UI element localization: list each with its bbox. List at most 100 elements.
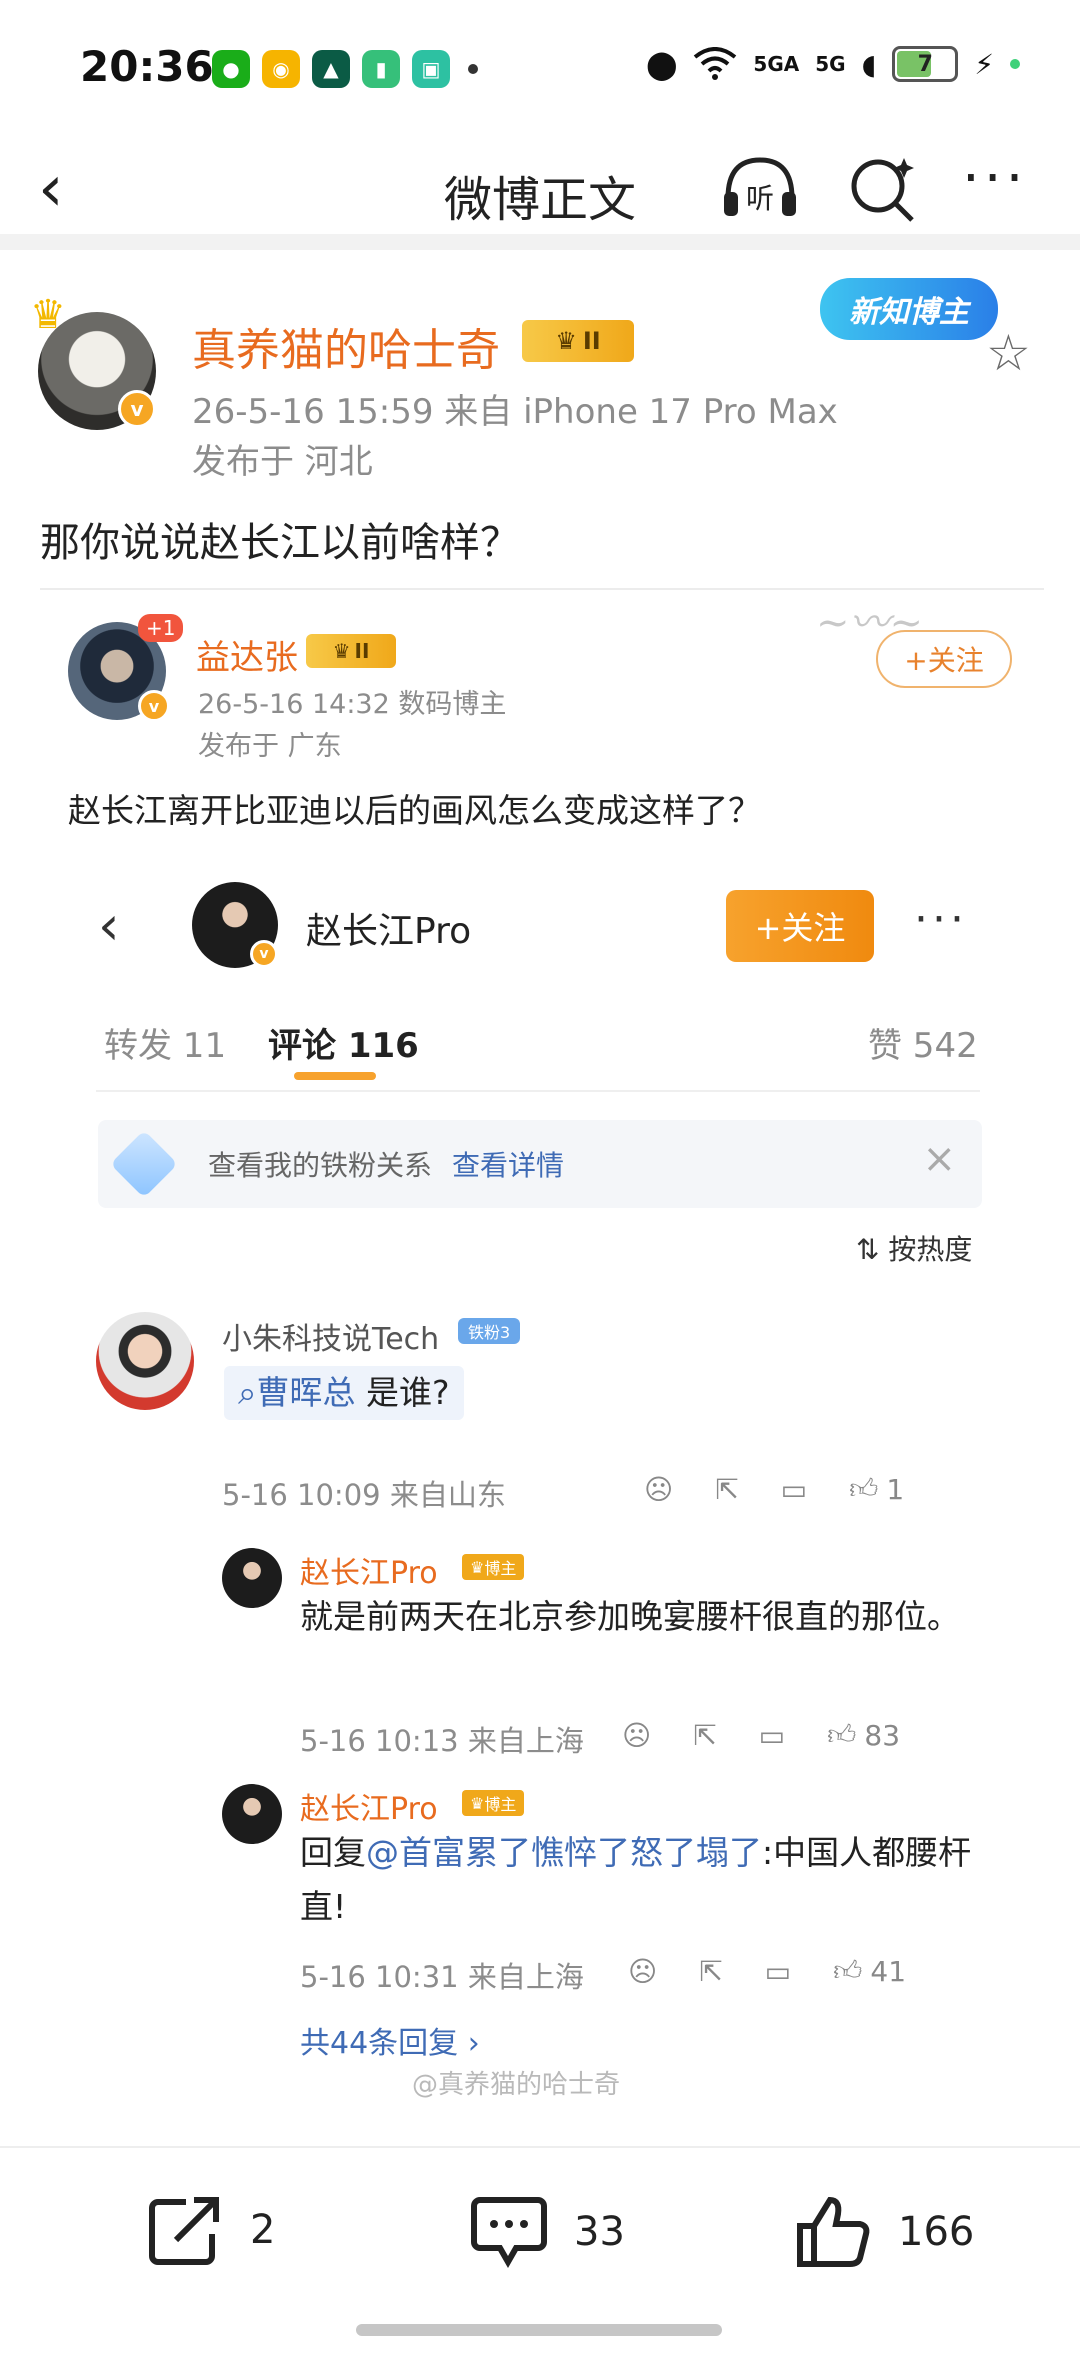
embedded-account-name: 赵长江Pro: [306, 911, 472, 952]
embedded-more-icon: ···: [914, 894, 968, 945]
wechat-icon: ●: [212, 50, 250, 88]
reply-icon: ▭: [764, 1954, 792, 1988]
comment-button[interactable]: 33: [470, 2194, 625, 2270]
author-name[interactable]: 真养猫的哈士奇: [192, 314, 500, 378]
dislike-icon: ☹: [644, 1472, 674, 1506]
close-icon: ×: [922, 1136, 956, 1182]
search-icon[interactable]: [846, 152, 920, 226]
level-badge: ♛ II: [306, 634, 396, 668]
post-location: 发布于 河北: [192, 442, 373, 482]
view-replies-link: 共44条回复 ›: [300, 2026, 480, 2061]
comment-count: 33: [574, 2209, 625, 2255]
nav-bar: ‹ 微博正文 听 ···: [0, 130, 1080, 250]
fan-level-badge: 铁粉3: [458, 1318, 521, 1344]
reply-icon: ▭: [780, 1472, 808, 1506]
fan-relation-link: 查看详情: [452, 1149, 565, 1182]
diamond-icon: [110, 1130, 178, 1198]
tab-like: 赞 542: [868, 1026, 978, 1066]
more-notifications-icon: [468, 64, 478, 74]
divider: [96, 1090, 980, 1092]
verified-icon: v: [138, 690, 170, 722]
reply-icon: ▭: [758, 1718, 786, 1752]
commenter-avatar: [222, 1784, 282, 1844]
signal-5ga-icon: 5GA: [753, 52, 800, 76]
comment-text: 回复@首富累了憔悴了怒了塌了:中国人都腰杆直!: [300, 1833, 972, 1926]
dislike-icon: ☹: [628, 1954, 658, 1988]
embedded-back-icon: ‹: [98, 894, 120, 957]
bottom-action-bar: 2 33 166: [0, 2146, 1080, 2354]
level-badge: ♛ II: [522, 320, 634, 362]
status-time: 20:36: [80, 42, 214, 91]
blogger-badge: ♛ 博主: [462, 1790, 525, 1816]
person-icon: ◖: [861, 47, 877, 81]
fan-relation-bar: 查看我的铁粉关系 查看详情 ×: [98, 1120, 982, 1208]
app-icon: ▲: [312, 50, 350, 88]
comment-meta: 5-16 10:09 来自山东: [222, 1478, 506, 1512]
tab-comment: 评论 116: [268, 1026, 419, 1066]
like-icon: 👍︎ 83: [827, 1718, 901, 1752]
blogger-badge: ♛ 博主: [462, 1554, 525, 1580]
commenter-avatar: [96, 1312, 194, 1410]
comment-meta: 5-16 10:31 来自上海: [300, 1960, 584, 1994]
watermark: @真养猫的哈士奇: [412, 2070, 621, 2100]
charging-icon: ⚡: [974, 47, 994, 81]
signal-5g-icon: 5G: [815, 52, 846, 76]
home-indicator[interactable]: [356, 2324, 722, 2336]
status-bar: 20:36 ● ◉ ▲ ▮ ▣ ⬤ 5GA 5G ◖ 7 ⚡: [0, 0, 1080, 130]
verified-icon: v: [118, 390, 156, 428]
mention-link: @首富累了憔悴了怒了塌了: [366, 1833, 762, 1872]
comment-meta: 5-16 10:13 来自上海: [300, 1724, 584, 1758]
location-icon: ⬤: [646, 47, 678, 81]
share-icon: ⇱: [699, 1954, 723, 1988]
follow-button[interactable]: +关注: [876, 630, 1012, 688]
comment-actions: ☹ ⇱ ▭ 👍︎ 41: [628, 1954, 906, 1988]
tab-underline: [294, 1072, 376, 1080]
comment-icon: [471, 2197, 547, 2269]
app-icon: ▮: [362, 50, 400, 88]
like-count: 166: [898, 2209, 975, 2255]
repost-location: 发布于 广东: [198, 731, 342, 762]
svg-text:听: 听: [746, 182, 774, 215]
comment-actions: ☹ ⇱ ▭ 👍︎ 1: [644, 1472, 904, 1506]
post-text: 那你说说赵长江以前啥样？: [40, 520, 520, 566]
comment-actions: ☹ ⇱ ▭ 👍︎ 83: [622, 1718, 900, 1752]
privacy-dot: [1010, 59, 1020, 69]
commenter-name: 赵长江Pro: [300, 1792, 438, 1827]
listen-icon[interactable]: 听: [720, 154, 800, 220]
new-blogger-badge: 新知博主: [820, 278, 998, 340]
plus-one-badge: +1: [138, 614, 184, 642]
fan-relation-text: 查看我的铁粉关系: [208, 1149, 433, 1182]
embedded-follow-button: +关注: [726, 890, 874, 962]
comment-text: ⌕曹晖总 是谁?: [224, 1366, 464, 1420]
more-options-button[interactable]: ···: [962, 146, 1027, 211]
repost-author-name[interactable]: 益达张: [196, 630, 298, 679]
repost-button[interactable]: 2: [146, 2194, 275, 2266]
weibo-icon: ◉: [262, 50, 300, 88]
app-icon: ▣: [412, 50, 450, 88]
commenter-avatar: [222, 1548, 282, 1608]
tab-repost: 转发 11: [104, 1026, 227, 1066]
like-button[interactable]: 166: [794, 2194, 974, 2270]
notification-icons: ● ◉ ▲ ▮ ▣: [212, 50, 478, 88]
crown-icon: ♛: [30, 292, 66, 338]
repost-count: 2: [250, 2207, 276, 2253]
like-icon: 👍︎ 1: [849, 1472, 905, 1506]
wifi-icon: [694, 47, 737, 80]
share-icon: ⇱: [693, 1718, 717, 1752]
search-query: ⌕曹晖总: [238, 1373, 356, 1412]
dislike-icon: ☹: [622, 1718, 652, 1752]
favorite-icon[interactable]: ☆: [986, 324, 1031, 382]
battery-icon: 7: [892, 46, 959, 82]
commenter-name: 赵长江Pro: [300, 1556, 438, 1591]
comment-text: 就是前两天在北京参加晚宴腰杆很直的那位。: [300, 1597, 960, 1636]
repost-icon: [149, 2197, 219, 2265]
share-icon: ⇱: [715, 1472, 739, 1506]
repost-meta: 26-5-16 14:32 数码博主: [198, 689, 507, 720]
repost-text: 赵长江离开比亚迪以后的画风怎么变成这样了？: [68, 791, 761, 830]
commenter-name: 小朱科技说Tech: [222, 1322, 440, 1357]
post-meta: 26-5-16 15:59 来自 iPhone 17 Pro Max: [192, 392, 838, 432]
sort-by-hot: ⇅ 按热度: [856, 1233, 973, 1266]
verified-icon: v: [250, 940, 278, 968]
thumbs-up-icon: [797, 2196, 870, 2267]
like-icon: 👍︎ 41: [833, 1954, 907, 1988]
